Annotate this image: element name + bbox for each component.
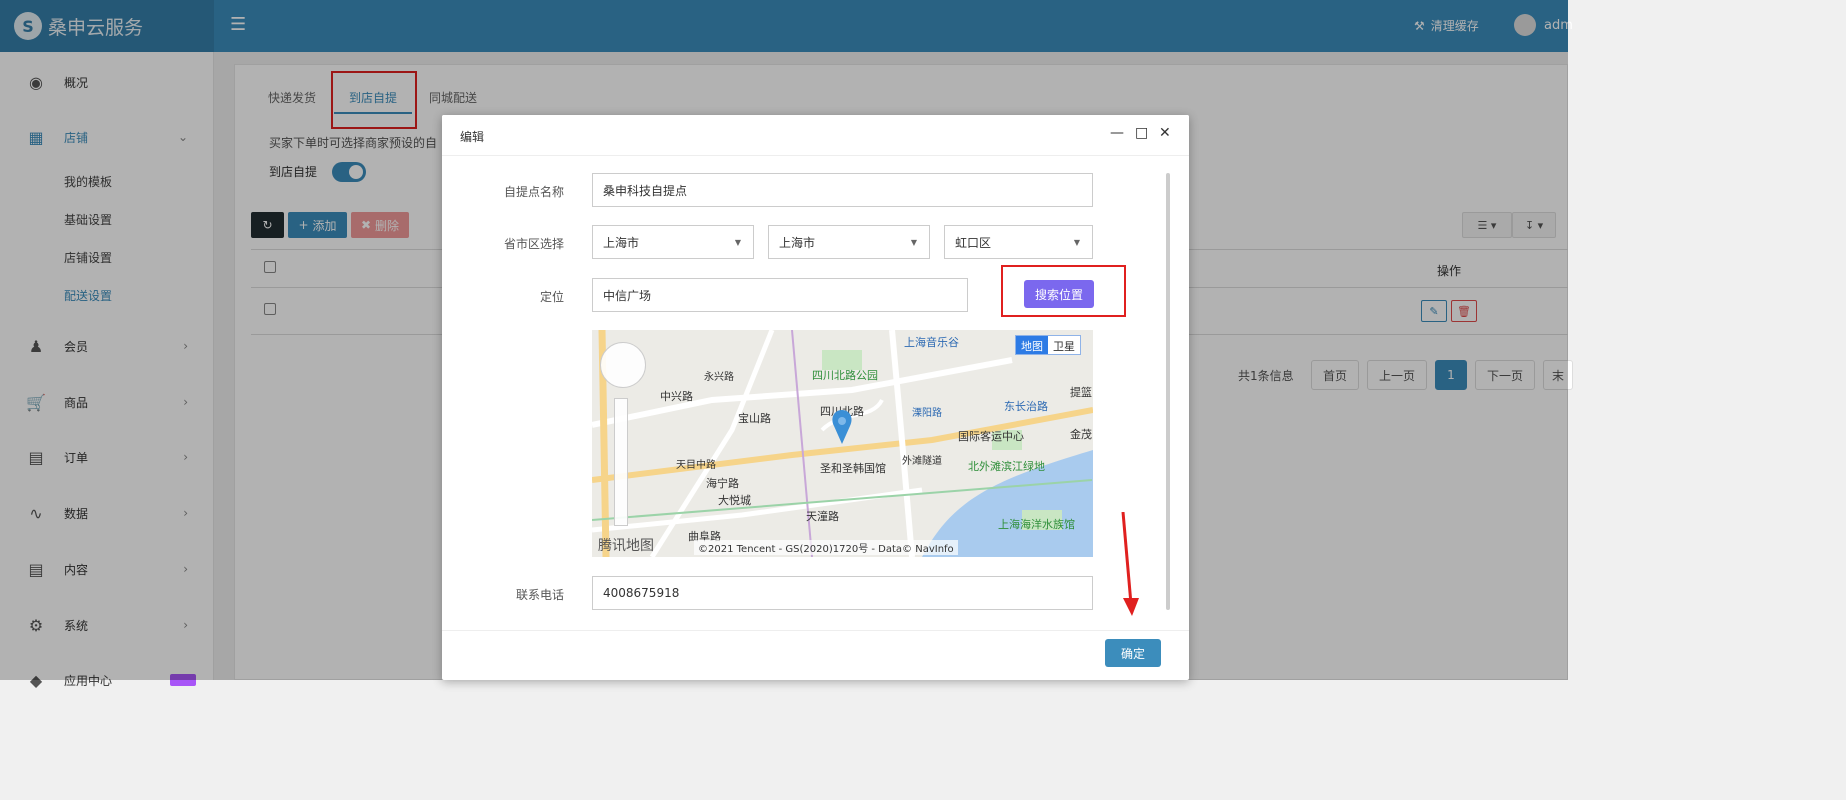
minimize-icon[interactable]: — [1110,125,1124,141]
map-type-map-option[interactable]: 地图 [1016,336,1048,354]
modal-header: 编辑 — □ ✕ [442,115,1189,156]
phone-input[interactable]: 4008675918 [592,576,1093,610]
map-label-music-valley: 上海音乐谷 [904,336,959,349]
map-label-tilan: 提篮 [1070,386,1092,399]
red-arrow-annotation [1121,512,1139,616]
map-label-yongxing-rd: 永兴路 [704,372,734,383]
map-label-tiantong-rd: 天潼路 [806,510,839,523]
map-label-bund-tunnel: 外滩隧道 [902,456,942,467]
maximize-icon[interactable]: □ [1135,125,1148,141]
city-value: 上海市 [779,235,816,250]
map-view[interactable]: 上海音乐谷 四川北路公园 中兴路 宝山路 四川北路 国际客运中心 东长治路 金茂… [592,330,1093,557]
map-label-tianmu-rd: 天目中路 [676,460,716,471]
location-label: 定位 [539,290,564,304]
region-label: 省市区选择 [503,237,564,251]
map-label-zhongxing-rd: 中兴路 [660,390,693,403]
map-label-liyang-rd: 溧阳路 [912,408,942,419]
pickup-name-label: 自提点名称 [503,185,564,199]
pickup-name-input[interactable]: 桑申科技自提点 [592,173,1093,207]
map-label-sichuan-park: 四川北路公园 [812,369,878,382]
map-type-satellite-option[interactable]: 卫星 [1048,336,1080,354]
caret-down-icon: ▼ [1073,238,1080,247]
district-value: 虹口区 [955,235,992,250]
edit-modal: 编辑 — □ ✕ 自提点名称 桑申科技自提点 省市区选择 上海市 ▼ 上海市 ▼… [442,115,1189,680]
map-label-joy-city: 大悦城 [718,494,751,507]
map-label-aquarium: 上海海洋水族馆 [998,518,1075,531]
city-select[interactable]: 上海市 ▼ [768,225,930,259]
map-pan-control[interactable] [600,342,646,388]
district-select[interactable]: 虹口区 ▼ [944,225,1093,259]
close-icon[interactable]: ✕ [1159,125,1171,141]
map-provider-logo: 腾讯地图 [598,538,654,554]
highlight-box-search-button [1001,265,1126,317]
map-label-baoshan-rd: 宝山路 [738,412,771,425]
map-type-switch[interactable]: 地图 卫星 [1015,335,1081,355]
province-select[interactable]: 上海市 ▼ [592,225,754,259]
caret-down-icon: ▼ [734,238,741,247]
modal-title: 编辑 [460,130,485,144]
modal-footer [442,630,1189,680]
caret-down-icon: ▼ [910,238,917,247]
map-label-korea-hall: 圣和圣韩国馆 [820,462,886,475]
map-zoom-slider[interactable] [614,398,628,526]
phone-label: 联系电话 [515,588,564,602]
map-copyright: ©2021 Tencent - GS(2020)1720号 - Data© Na… [694,540,958,555]
confirm-button[interactable]: 确定 [1105,639,1161,667]
province-value: 上海市 [603,235,640,250]
map-label-haining-rd: 海宁路 [706,477,739,490]
location-input[interactable]: 中信广场 [592,278,968,312]
map-label-jinmao: 金茂 [1070,428,1092,441]
modal-scrollbar[interactable] [1166,173,1170,610]
map-label-dongchangzhi: 东长治路 [1004,400,1048,413]
map-label-bund-greenland: 北外滩滨江绿地 [968,460,1045,473]
map-label-cruise-center: 国际客运中心 [958,430,1024,443]
map-marker-icon [832,410,852,444]
